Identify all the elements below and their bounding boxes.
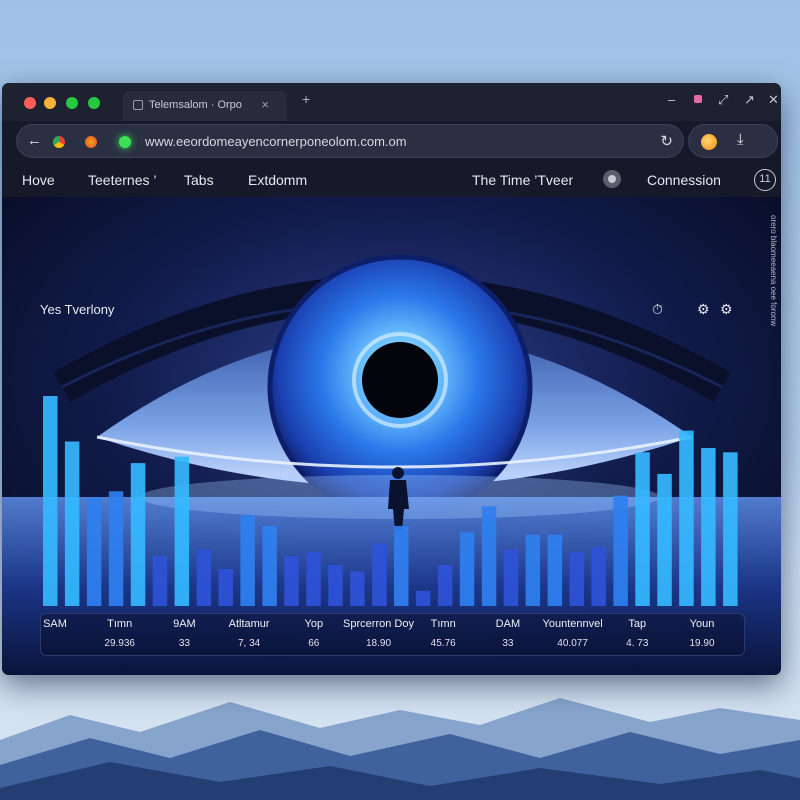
x-tick-label: Yountennvel [542,618,603,630]
chart-bar [679,430,694,606]
timer-icon[interactable]: ⏱ [652,301,663,318]
chart-bar [701,448,716,606]
browser-tab[interactable]: Telemsalom · Orpo × [123,91,287,121]
minimize-icon[interactable]: – [668,92,675,107]
x-value-label: 7, 34 [237,638,261,649]
x-tick-label: Atltamur [228,618,270,630]
chart-bar [459,532,475,606]
x-tick-label: Tap [628,618,647,630]
chart-bar [174,456,190,606]
chart-bar [437,564,453,606]
extension-icon[interactable] [85,136,97,148]
chart-bar [328,564,343,606]
x-tick-label: Sprcerron Doy [343,618,414,630]
x-value-label: 19.90 [689,638,715,649]
back-arrow-icon[interactable]: ← [27,132,42,149]
chart-bar [306,551,321,606]
x-value-label: 4. 73 [626,638,649,649]
settings-icon[interactable]: ⚙ [697,301,710,318]
expand-icon[interactable]: ↗ [744,92,755,108]
chart-bar [635,452,650,606]
close-icon[interactable]: ✕ [768,92,779,108]
chart-bar [262,525,277,606]
chart-bar [64,441,80,606]
chart-bar [394,525,409,606]
x-tick-label: Tımn [107,618,133,630]
x-tick-label: 9AM [173,618,196,630]
x-value-label: 33 [178,638,190,649]
nav-time-label[interactable]: The Time ’Tveer [472,172,573,188]
chart-bar [723,452,738,606]
chart-bar [43,396,58,606]
chart-bar [130,463,146,606]
vertical-side-text: orero blaomeeaena oee foronw [769,215,778,327]
content-title: Yes Tverlony [40,302,115,317]
info-badge[interactable]: 11 [754,169,776,191]
x-tick-label: DAM [495,618,521,630]
secure-status-icon [119,136,131,148]
chart-bar [218,569,233,606]
nav-item-tabs[interactable]: Tabs [184,172,214,188]
chart-bar [591,547,606,606]
minimize-window-dot[interactable] [44,97,56,109]
x-value-label: 66 [308,638,320,649]
chart-bar [503,549,519,606]
browser-logo-icon [53,136,65,148]
connection-link[interactable]: Connession [647,172,721,188]
profile-icon[interactable] [694,95,702,103]
page-icon [133,100,143,110]
x-value-label: 45.76 [430,638,456,649]
x-value-label: 40.077 [557,638,588,649]
chart-bar [657,473,672,606]
chart-bar [284,556,299,606]
url-text[interactable]: www.eeordomeayencornerponeolom.com.om [145,134,407,149]
extra-window-dot[interactable] [88,97,100,109]
maximize-icon[interactable]: ⤢ [718,92,728,108]
chart-bar [372,543,387,606]
status-toggle-icon[interactable] [603,170,621,188]
chart-bar [350,571,365,606]
chart-bar [613,495,628,606]
address-bar[interactable]: ← www.eeordomeayencornerponeolom.com.om … [16,124,684,158]
chart-bar [415,590,431,606]
chart-bar [108,491,124,606]
x-value-label: 33 [502,638,514,649]
x-tick-label: Youn [689,618,715,630]
site-navigation: Hove Teeternes ’ Tabs Extdomm The Time ’… [2,163,781,197]
x-value-label: 29.936 [104,638,135,649]
chart-bar [240,515,255,606]
title-bar: Telemsalom · Orpo × + – ⤢ ↗ ✕ [2,83,781,121]
chart-bar [196,549,212,606]
reload-icon[interactable]: ↻ [660,132,673,150]
extension-orange-icon[interactable] [701,134,717,150]
x-tick-label: Yop [304,618,324,630]
settings-alt-icon[interactable]: ⚙ [720,301,733,318]
x-tick-label: SAM [43,618,67,630]
chart-bar [152,556,168,606]
chart-bar [481,506,497,606]
close-tab-icon[interactable]: × [261,97,269,112]
x-value-label: 18.90 [365,638,392,649]
chart-bar [547,534,563,606]
extensions-bar: ⤓ [688,124,778,158]
download-icon[interactable]: ⤓ [737,131,744,148]
nav-item-extdomm[interactable]: Extdomm [248,172,307,188]
chart-bar [86,497,102,606]
nav-item-teeternes[interactable]: Teeternes ’ [88,172,156,188]
tab-title: Telemsalom · Orpo [149,99,242,111]
nav-item-home[interactable]: Hove [22,172,55,188]
x-tick-label: Tımn [430,618,456,630]
close-window-dot[interactable] [24,97,36,109]
chart-bar [525,534,541,606]
new-tab-button[interactable]: + [302,91,310,107]
chart-bar [569,551,584,606]
zoom-window-dot[interactable] [66,97,78,109]
mountain-landscape [0,670,800,800]
